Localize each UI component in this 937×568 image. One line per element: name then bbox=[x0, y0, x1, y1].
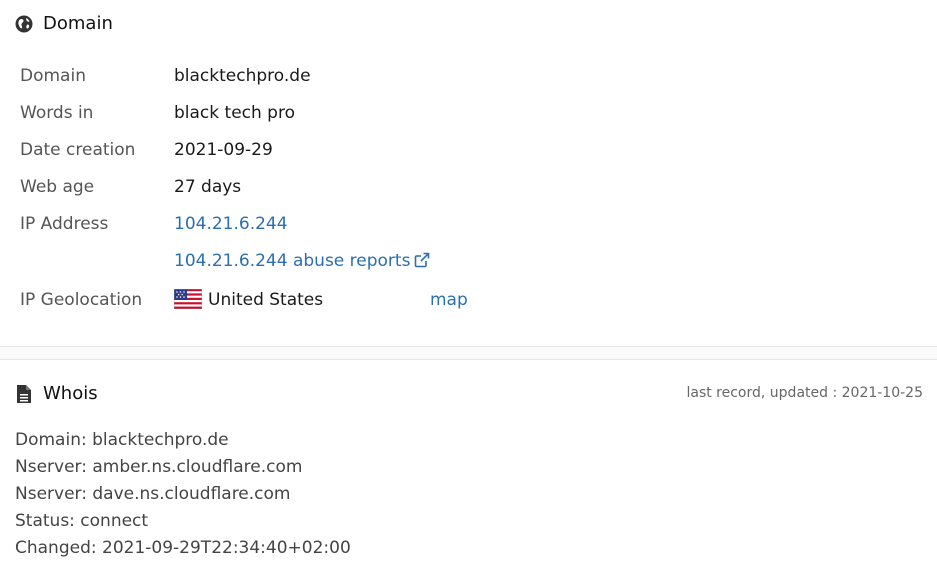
us-flag-icon bbox=[173, 288, 203, 316]
web-age-value: 27 days bbox=[174, 177, 242, 197]
whois-line: Domain: blacktechpro.de bbox=[15, 430, 229, 450]
country-name: United States bbox=[208, 290, 324, 310]
whois-line: Changed: 2021-09-29T22:34:40+02:00 bbox=[15, 538, 351, 558]
domain-section-header: Domain bbox=[14, 13, 113, 34]
geolocation-value: United States bbox=[173, 288, 324, 316]
date-creation-value: 2021-09-29 bbox=[174, 140, 273, 160]
document-icon bbox=[14, 384, 34, 404]
whois-line: Nserver: amber.ns.cloudflare.com bbox=[15, 457, 303, 477]
abuse-reports-link[interactable]: 104.21.6.244 abuse reports bbox=[174, 249, 430, 275]
web-age-label: Web age bbox=[20, 177, 95, 197]
external-link-icon bbox=[414, 251, 430, 275]
domain-label: Domain bbox=[20, 66, 86, 86]
whois-record: Domain: blacktechpro.de Nserver: amber.n… bbox=[15, 428, 351, 563]
globe-icon bbox=[14, 14, 34, 34]
domain-value: blacktechpro.de bbox=[174, 66, 311, 86]
domain-section-title: Domain bbox=[43, 13, 113, 34]
date-creation-label: Date creation bbox=[20, 140, 136, 160]
words-label: Words in bbox=[20, 103, 94, 123]
ip-address-label: IP Address bbox=[20, 214, 109, 234]
ip-address-link[interactable]: 104.21.6.244 bbox=[174, 212, 288, 236]
whois-line: Nserver: dave.ns.cloudflare.com bbox=[15, 484, 291, 504]
whois-section-title: Whois bbox=[43, 383, 98, 404]
geolocation-label: IP Geolocation bbox=[20, 290, 143, 310]
abuse-reports-label: 104.21.6.244 abuse reports bbox=[174, 251, 411, 271]
whois-section-header: Whois bbox=[14, 383, 98, 404]
section-divider bbox=[0, 346, 937, 360]
map-link[interactable]: map bbox=[430, 288, 468, 312]
words-value: black tech pro bbox=[174, 103, 295, 123]
whois-line: Status: connect bbox=[15, 511, 149, 531]
whois-last-updated: last record, updated : 2021-10-25 bbox=[686, 385, 923, 401]
